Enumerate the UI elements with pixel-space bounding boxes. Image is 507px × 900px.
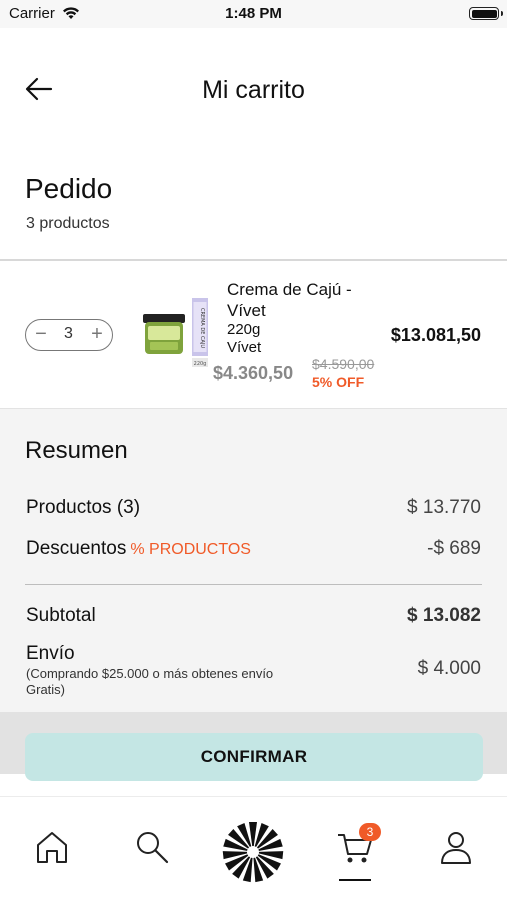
summary-divider [25,584,482,585]
discounts-row: Descuentos% PRODUCTOS [26,538,251,560]
box-label: CREMA DE CAJU [199,308,205,348]
profile-icon[interactable] [434,825,478,869]
product-image: CREMA DE CAJU 220g [143,298,208,367]
home-icon[interactable] [30,825,74,869]
cart-item: − 3 + CREMA DE CAJU 220g Crema de Cajú -… [0,261,507,408]
increase-button[interactable]: + [86,322,108,346]
discounts-label: Descuentos [26,538,127,559]
status-bar: Carrier 1:48 PM [0,0,507,28]
quantity-stepper: − 3 + [25,319,113,351]
order-title: Pedido [25,173,113,204]
app-header: Mi carrito [0,28,507,153]
products-value: $ 13.770 [407,497,481,518]
products-label: Productos (3) [26,497,141,518]
product-brand: Vívet [227,339,262,356]
shipping-value: $ 4.000 [417,658,481,679]
product-name[interactable]: Crema de Cajú - Vívet [227,279,377,321]
search-icon[interactable] [130,825,174,869]
item-total: $13.081,50 [390,325,481,345]
discounts-value: -$ 689 [427,538,481,559]
shipping-label: Envío [26,643,75,664]
summary-section: Resumen Productos (3) $ 13.770 Descuento… [0,408,507,712]
summary-title: Resumen [25,437,128,464]
cart-badge: 3 [359,823,381,841]
tab-bar: 3 [0,796,507,900]
active-tab-indicator [339,879,371,881]
unit-price: $4.360,50 [213,363,294,383]
page-title: Mi carrito [202,76,305,104]
order-section: Pedido 3 productos [0,153,507,260]
subtotal-value: $ 13.082 [407,605,481,626]
subtotal-label: Subtotal [26,605,96,626]
order-count: 3 productos [26,215,110,232]
clock: 1:48 PM [225,5,282,22]
brand-logo-icon[interactable] [222,821,284,883]
discounts-tag: % PRODUCTOS [130,541,251,558]
discount-badge: 5% OFF [312,374,365,390]
product-weight: 220g [227,321,261,338]
battery-icon [469,7,503,20]
confirm-button[interactable]: CONFIRMAR [25,733,483,781]
box-weight-label: 220g [194,361,207,367]
old-price: $4.590,00 [312,356,375,372]
shipping-note: (Comprando $25.000 o más obtenes envío G… [26,666,274,697]
